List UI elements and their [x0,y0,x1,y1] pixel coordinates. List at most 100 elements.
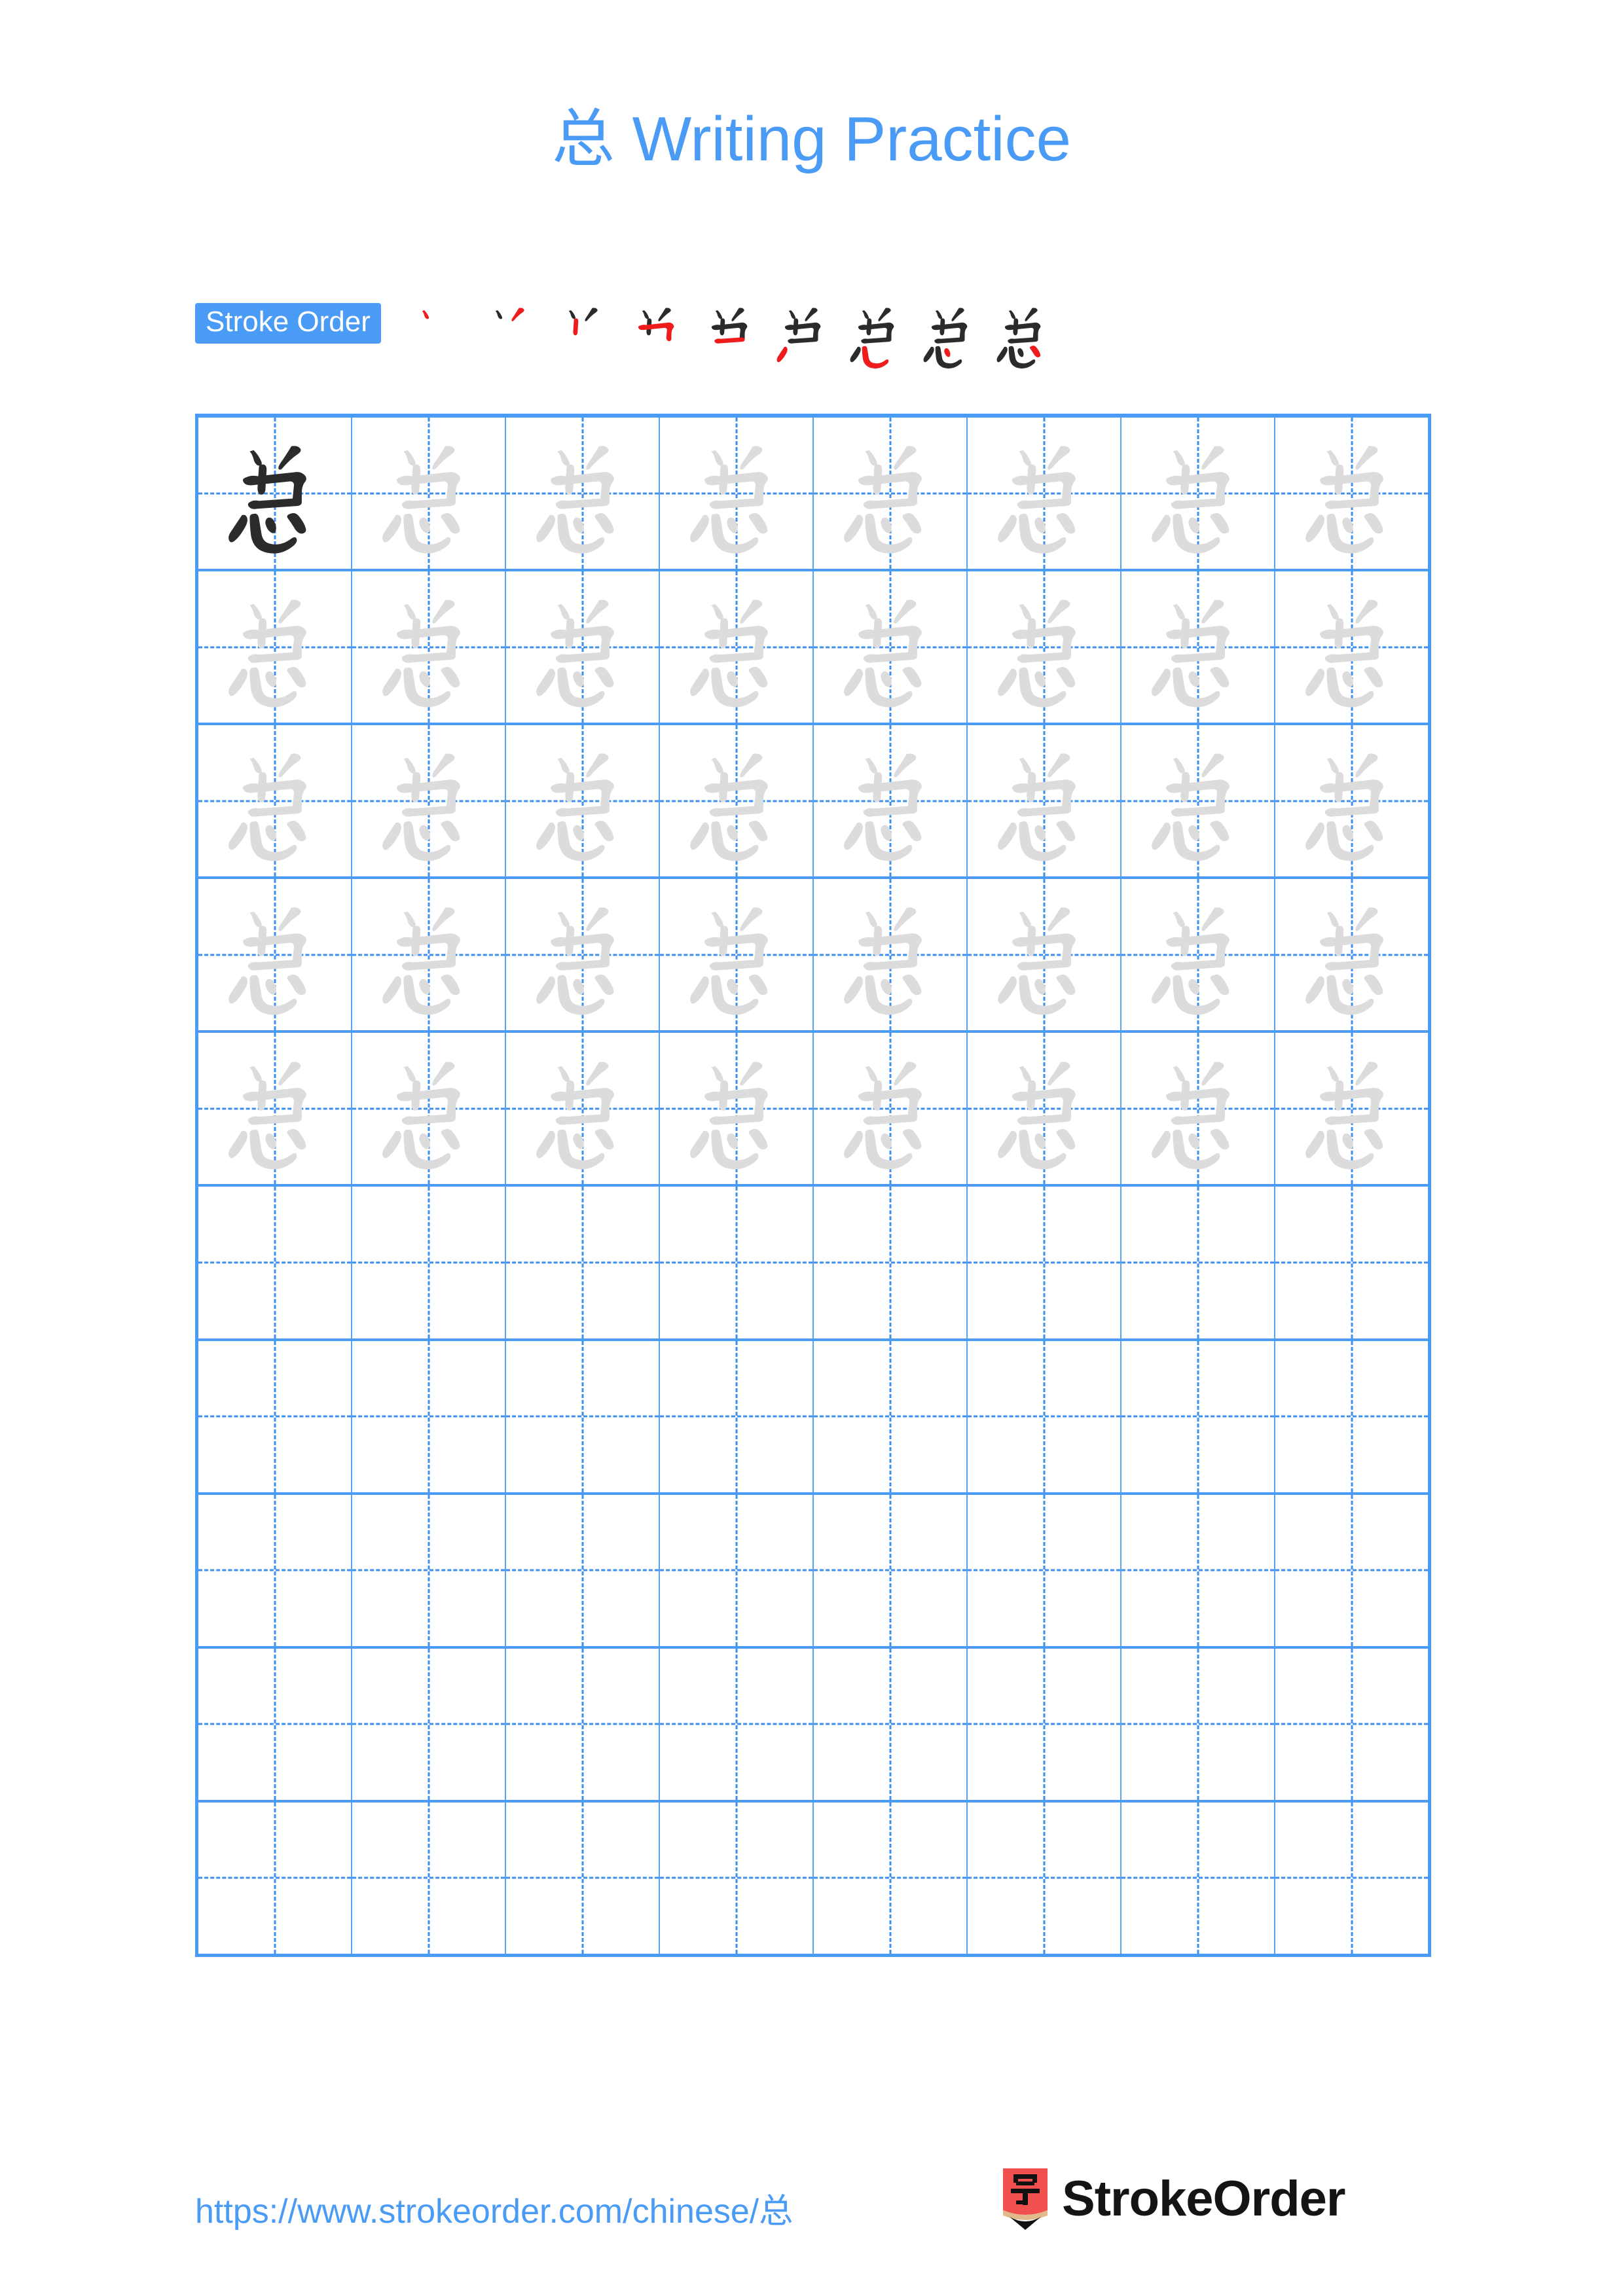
practice-cell[interactable] [660,1033,814,1185]
practice-cell[interactable] [1122,1187,1275,1338]
practice-cell[interactable] [198,1340,352,1492]
practice-cell[interactable] [660,1187,814,1338]
practice-cell[interactable] [1275,1495,1428,1646]
practice-cell[interactable] [352,1494,506,1646]
practice-cell[interactable] [660,879,814,1031]
practice-cell[interactable] [198,418,352,569]
trace-character [1275,725,1428,876]
practice-cell[interactable] [352,418,506,569]
practice-cell[interactable] [1122,418,1275,569]
practice-cell[interactable] [814,879,968,1031]
practice-cell[interactable] [506,1648,660,1800]
practice-cell[interactable] [968,571,1122,723]
trace-character [198,1033,351,1184]
practice-cell[interactable] [1122,1033,1275,1185]
practice-cell[interactable] [198,571,352,723]
practice-cell[interactable] [352,1033,506,1185]
practice-cell[interactable] [968,1648,1122,1800]
trace-character [660,725,812,876]
practice-cell[interactable] [814,1494,968,1646]
practice-cell[interactable] [968,1802,1122,1954]
model-character [198,418,351,569]
practice-cell[interactable] [968,1187,1122,1338]
practice-cell[interactable] [506,725,660,877]
practice-cell[interactable] [1275,1341,1428,1492]
stroke-step-8 [913,298,986,371]
practice-cell[interactable] [1275,1649,1428,1800]
trace-character [1275,879,1428,1030]
practice-cell[interactable] [1122,1494,1275,1646]
trace-character [198,571,351,723]
practice-cell[interactable] [1122,1340,1275,1492]
practice-cell[interactable] [506,1802,660,1954]
footer-url-link[interactable]: https://www.strokeorder.com/chinese/总 [195,2183,793,2233]
practice-cell[interactable] [198,1648,352,1800]
practice-cell[interactable] [968,1340,1122,1492]
practice-cell[interactable] [506,418,660,569]
practice-cell[interactable] [1275,1033,1428,1184]
practice-cell[interactable] [660,1494,814,1646]
practice-cell[interactable] [814,1033,968,1185]
practice-cell[interactable] [506,1033,660,1185]
practice-cell[interactable] [1275,1803,1428,1954]
trace-character [814,418,966,569]
practice-cell[interactable] [352,571,506,723]
practice-cell[interactable] [198,1494,352,1646]
stroke-order-badge: Stroke Order [195,303,381,344]
practice-cell[interactable] [1122,879,1275,1031]
practice-cell[interactable] [1275,1187,1428,1338]
practice-cell[interactable] [506,1494,660,1646]
trace-character [1122,571,1274,723]
practice-cell[interactable] [352,1187,506,1338]
practice-cell[interactable] [352,1648,506,1800]
trace-character [814,1033,966,1184]
practice-cell[interactable] [506,1187,660,1338]
practice-cell[interactable] [814,1648,968,1800]
practice-cell[interactable] [660,1648,814,1800]
practice-cell[interactable] [814,1340,968,1492]
practice-cell[interactable] [1275,418,1428,569]
practice-cell[interactable] [198,725,352,877]
practice-cell[interactable] [814,1187,968,1338]
practice-cell[interactable] [660,571,814,723]
practice-cell[interactable] [1275,879,1428,1030]
practice-cell[interactable] [1122,571,1275,723]
practice-cell[interactable] [352,879,506,1031]
practice-cell[interactable] [352,1802,506,1954]
practice-cell[interactable] [506,1340,660,1492]
practice-cell[interactable] [968,1494,1122,1646]
practice-cell[interactable] [814,418,968,569]
trace-character [968,1033,1120,1184]
practice-cell[interactable] [968,1033,1122,1185]
trace-character [352,1033,505,1184]
practice-cell[interactable] [506,571,660,723]
practice-cell[interactable] [1122,1802,1275,1954]
practice-cell[interactable] [814,571,968,723]
practice-cell[interactable] [352,1340,506,1492]
brand-name-label: StrokeOrder [1062,2171,1345,2227]
practice-cell[interactable] [660,725,814,877]
practice-cell[interactable] [1122,725,1275,877]
brand-logo-block: StrokeOrder [1000,2168,1345,2231]
practice-cell[interactable] [506,879,660,1031]
practice-cell[interactable] [198,1187,352,1338]
practice-cell[interactable] [198,1802,352,1954]
practice-cell[interactable] [660,1802,814,1954]
practice-cell[interactable] [814,1802,968,1954]
practice-cell[interactable] [968,418,1122,569]
practice-cell[interactable] [1275,725,1428,876]
practice-cell[interactable] [1122,1648,1275,1800]
trace-character [968,725,1120,876]
practice-cell[interactable] [814,725,968,877]
practice-cell[interactable] [198,1033,352,1185]
practice-cell[interactable] [352,725,506,877]
trace-character [1275,571,1428,723]
practice-cell[interactable] [968,725,1122,877]
practice-cell[interactable] [660,1340,814,1492]
pencil-logo-icon [1000,2168,1050,2230]
practice-cell[interactable] [660,418,814,569]
practice-cell[interactable] [198,879,352,1031]
practice-cell[interactable] [1275,571,1428,723]
practice-grid [195,414,1431,1957]
practice-cell[interactable] [968,879,1122,1031]
